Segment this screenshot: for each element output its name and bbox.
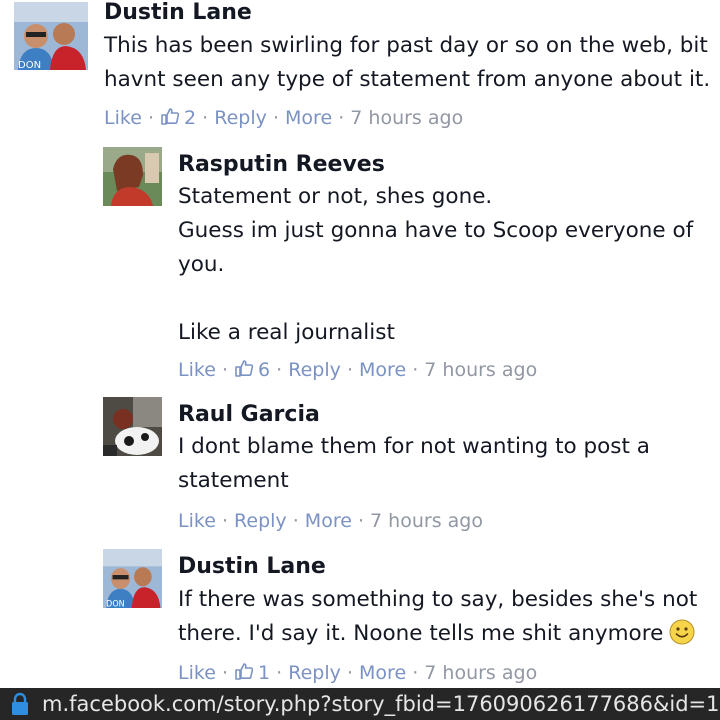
separator: ·: [276, 662, 283, 684]
avatar[interactable]: [103, 147, 162, 206]
comment-timestamp[interactable]: 7 hours ago: [350, 107, 463, 129]
like-count[interactable]: 2: [160, 107, 196, 129]
comment-author[interactable]: Rasputin Reeves: [178, 152, 385, 178]
like-count[interactable]: 6: [234, 359, 270, 381]
comment-timestamp[interactable]: 7 hours ago: [424, 662, 537, 684]
comment-actions: Like · Reply · More · 7 hours ago: [178, 509, 483, 533]
profile-photo-icon: DON: [14, 2, 88, 70]
more-link[interactable]: More: [359, 662, 406, 684]
like-link[interactable]: Like: [178, 510, 216, 532]
thumbs-up-icon: [234, 661, 254, 681]
like-count-value: 1: [258, 662, 271, 684]
comment-actions: Like · 1 · Reply · More · 7 hours ago: [178, 661, 537, 685]
reply-link[interactable]: Reply: [288, 359, 341, 381]
url-text[interactable]: m.facebook.com/story.php?story_fbid=1760…: [42, 688, 720, 720]
profile-photo-icon: [103, 397, 162, 456]
comment-text: Statement or not, shes gone. Guess im ju…: [178, 184, 694, 345]
separator: ·: [357, 510, 364, 532]
reply-link[interactable]: Reply: [214, 107, 267, 129]
comment-1: DON Dustin Lane This has been swirling f…: [14, 0, 720, 135]
svg-text:DON: DON: [106, 598, 124, 608]
avatar[interactable]: DON: [14, 2, 88, 70]
comment-actions: Like · 2 · Reply · More · 7 hours ago: [104, 106, 463, 130]
url-bar[interactable]: m.facebook.com/story.php?story_fbid=1760…: [0, 688, 720, 720]
separator: ·: [346, 359, 353, 381]
separator: ·: [221, 510, 228, 532]
avatar[interactable]: DON: [103, 549, 162, 608]
profile-photo-icon: DON: [103, 549, 162, 608]
more-link[interactable]: More: [359, 359, 406, 381]
like-count-value: 2: [184, 107, 197, 129]
comment-4: DON Dustin Lane If there was something t…: [103, 549, 720, 688]
like-link[interactable]: Like: [104, 107, 142, 129]
separator: ·: [202, 107, 209, 129]
comment-2: Rasputin Reeves Statement or not, shes g…: [103, 147, 720, 387]
comment-3: Raul Garcia I dont blame them for not wa…: [103, 397, 720, 537]
like-count[interactable]: 1: [234, 662, 270, 684]
separator: ·: [338, 107, 345, 129]
comment-author[interactable]: Dustin Lane: [178, 554, 326, 580]
comment-text: This has been swirling for past day or s…: [104, 33, 711, 92]
reply-link[interactable]: Reply: [234, 510, 287, 532]
thumbs-up-icon: [160, 106, 180, 126]
more-link[interactable]: More: [305, 510, 352, 532]
smiley-emoji-icon: [669, 619, 695, 645]
more-link[interactable]: More: [285, 107, 332, 129]
separator: ·: [292, 510, 299, 532]
lock-icon: [10, 692, 30, 716]
separator: ·: [272, 107, 279, 129]
comment-timestamp[interactable]: 7 hours ago: [424, 359, 537, 381]
separator: ·: [221, 359, 228, 381]
separator: ·: [412, 359, 419, 381]
separator: ·: [276, 359, 283, 381]
avatar[interactable]: [103, 397, 162, 456]
profile-photo-icon: [103, 147, 162, 206]
like-link[interactable]: Like: [178, 359, 216, 381]
reply-link[interactable]: Reply: [288, 662, 341, 684]
comment-author[interactable]: Raul Garcia: [178, 402, 320, 428]
comment-text: If there was something to say, besides s…: [178, 583, 718, 651]
separator: ·: [412, 662, 419, 684]
comment-author[interactable]: Dustin Lane: [104, 0, 252, 26]
like-link[interactable]: Like: [178, 662, 216, 684]
separator: ·: [147, 107, 154, 129]
comment-timestamp[interactable]: 7 hours ago: [370, 510, 483, 532]
svg-text:DON: DON: [18, 60, 41, 70]
comment-actions: Like · 6 · Reply · More · 7 hours ago: [178, 358, 537, 382]
separator: ·: [346, 662, 353, 684]
comment-text: I dont blame them for not wanting to pos…: [178, 434, 650, 493]
comment-text-content: If there was something to say, besides s…: [178, 587, 698, 646]
like-count-value: 6: [258, 359, 271, 381]
separator: ·: [221, 662, 228, 684]
thumbs-up-icon: [234, 358, 254, 378]
